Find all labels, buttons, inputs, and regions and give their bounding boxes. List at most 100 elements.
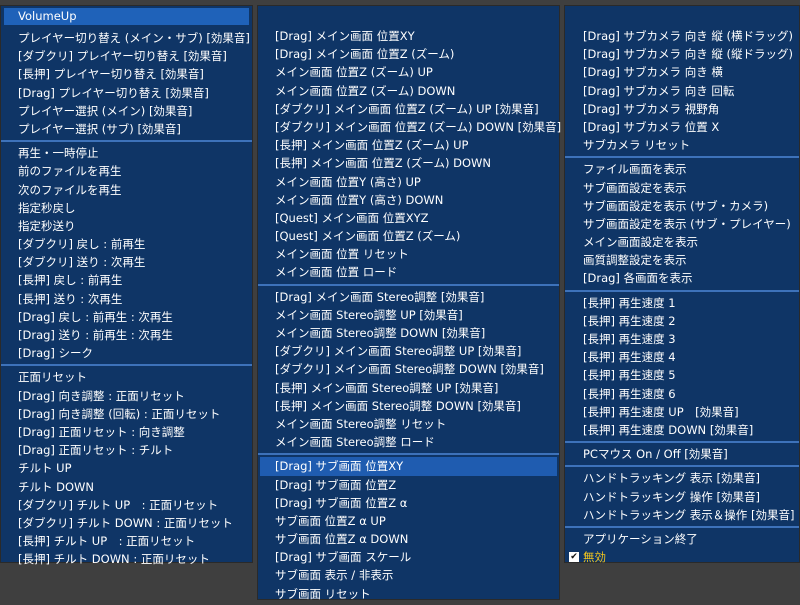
separator <box>258 453 559 456</box>
menu-item[interactable]: [Drag] サブカメラ 向き 縦 (縦ドラッグ) <box>565 45 799 63</box>
menu-item[interactable]: [Quest] メイン画面 位置Z (ズーム) <box>258 227 559 245</box>
menu-item[interactable]: [長押] 再生速度 2 <box>565 312 799 330</box>
menu-item[interactable]: [Drag] サブカメラ 視野角 <box>565 100 799 118</box>
menu-item[interactable]: [Drag] メイン画面 位置Z (ズーム) <box>258 45 559 63</box>
menu-item[interactable]: [長押] 再生速度 1 <box>565 294 799 312</box>
menu-column-3: [Drag] サブカメラ 向き 縦 (横ドラッグ) [Drag] サブカメラ 向き… <box>564 5 800 566</box>
menu-item[interactable]: [ダブクリ] メイン画面 Stereo調整 UP [効果音] <box>258 342 559 360</box>
menu-item[interactable]: [ダブクリ] チルト UP : 正面リセット <box>1 496 252 514</box>
menu-item[interactable]: PCマウス On / Off [効果音] <box>565 445 799 463</box>
menu-item[interactable]: [Drag] シーク <box>1 344 252 362</box>
menu-item[interactable]: [Drag] サブ画面 位置Z α <box>258 494 559 512</box>
menu-item[interactable]: [Quest] メイン画面 位置XYZ <box>258 209 559 227</box>
menu-item[interactable]: [長押] 再生速度 4 <box>565 348 799 366</box>
menu-item[interactable]: [Drag] 正面リセット : チルト <box>1 441 252 459</box>
menu-column-1: VolumeUp プレイヤー切り替え (メイン・サブ) [効果音] [ダブクリ] … <box>0 5 253 566</box>
menu-item[interactable]: [長押] 再生速度 6 <box>565 385 799 403</box>
menu-item[interactable]: ハンドトラッキング 表示＆操作 [効果音] <box>565 506 799 524</box>
menu-item[interactable]: [ダブクリ] メイン画面 位置Z (ズーム) DOWN [効果音] <box>258 118 561 136</box>
menu-item[interactable]: プレイヤー切り替え (メイン・サブ) [効果音] <box>1 29 252 47</box>
menu-item[interactable]: 次のファイルを再生 <box>1 181 252 199</box>
separator <box>565 441 799 444</box>
menu-item[interactable]: メイン画面 位置Y (高さ) UP <box>258 173 559 191</box>
menu-item[interactable]: [ダブクリ] 送り : 次再生 <box>1 253 252 271</box>
menu-item[interactable]: [Drag] メイン画面 Stereo調整 [効果音] <box>258 288 559 306</box>
menu-item[interactable]: サブカメラ リセット <box>565 136 799 154</box>
menu-item[interactable]: チルト UP <box>1 459 252 477</box>
menu-item[interactable]: [ダブクリ] メイン画面 位置Z (ズーム) UP [効果音] <box>258 100 559 118</box>
menu-item[interactable]: [長押] メイン画面 位置Z (ズーム) DOWN <box>258 154 559 172</box>
menu-item[interactable]: サブ画面設定を表示 (サブ・プレイヤー) <box>565 215 799 233</box>
menu-item[interactable]: メイン画面 位置 ロード <box>258 263 559 281</box>
menu-item[interactable]: メイン画面 Stereo調整 DOWN [効果音] <box>258 324 559 342</box>
menu-item[interactable]: [ダブクリ] チルト DOWN : 正面リセット <box>1 514 252 532</box>
menu-item[interactable]: [Drag] サブカメラ 向き 横 <box>565 63 799 81</box>
menu-item[interactable]: [Drag] 向き調整 : 正面リセット <box>1 387 252 405</box>
menu-item[interactable]: メイン画面 Stereo調整 リセット <box>258 415 559 433</box>
separator <box>1 140 252 143</box>
menu-item[interactable]: メイン画面設定を表示 <box>565 233 799 251</box>
menu-item[interactable]: サブ画面設定を表示 (サブ・カメラ) <box>565 197 799 215</box>
menu-item[interactable]: 指定秒戻し <box>1 199 252 217</box>
menu-item[interactable]: [Drag] サブカメラ 位置 X <box>565 118 799 136</box>
menu-item[interactable]: 前のファイルを再生 <box>1 162 252 180</box>
menu-item[interactable]: [Drag] プレイヤー切り替え [効果音] <box>1 84 252 102</box>
menu-item[interactable]: メイン画面 Stereo調整 ロード <box>258 433 559 451</box>
menu-item[interactable]: サブ画面 位置Z α UP <box>258 512 559 530</box>
separator <box>258 283 559 286</box>
menu-item[interactable]: [長押] 再生速度 3 <box>565 330 799 348</box>
menu-item[interactable]: ハンドトラッキング 操作 [効果音] <box>565 488 799 506</box>
menu-item[interactable]: チルト DOWN <box>1 478 252 496</box>
menu-item[interactable]: [Drag] メイン画面 位置XY <box>258 27 559 45</box>
menu-item[interactable]: 再生・一時停止 <box>1 144 252 162</box>
checkbox-label: 無効 <box>583 550 606 565</box>
menu-item[interactable]: [長押] 再生速度 UP [効果音] <box>565 403 799 421</box>
menu-item[interactable]: メイン画面 位置Y (高さ) DOWN <box>258 191 559 209</box>
menu-item[interactable]: 正面リセット <box>1 368 252 386</box>
menu-item[interactable]: [長押] チルト UP : 正面リセット <box>1 532 252 550</box>
menu-item[interactable]: サブ画面 表示 / 非表示 <box>258 566 559 584</box>
menu-item[interactable]: [長押] 送り : 次再生 <box>1 290 252 308</box>
menu-item[interactable]: [Drag] 正面リセット : 向き調整 <box>1 423 252 441</box>
menu-item[interactable]: プレイヤー選択 (メイン) [効果音] <box>1 102 252 120</box>
menu-item[interactable]: メイン画面 位置 リセット <box>258 245 559 263</box>
menu-item[interactable]: プレイヤー選択 (サブ) [効果音] <box>1 120 252 138</box>
checkbox[interactable]: ✔ <box>569 552 579 563</box>
menu-item[interactable]: [Drag] サブカメラ 向き 縦 (横ドラッグ) <box>565 27 799 45</box>
menu-item[interactable]: [ダブクリ] プレイヤー切り替え [効果音] <box>1 47 252 65</box>
menu-item[interactable]: [長押] メイン画面 Stereo調整 UP [効果音] <box>258 379 559 397</box>
menu-header-volumeup[interactable]: VolumeUp <box>4 8 249 25</box>
menu-item[interactable]: [長押] 再生速度 5 <box>565 366 799 384</box>
menu-item[interactable]: 指定秒送り <box>1 217 252 235</box>
menu-item[interactable]: [Drag] 戻し : 前再生 : 次再生 <box>1 308 252 326</box>
menu-item[interactable]: サブ画面設定を表示 <box>565 179 799 197</box>
menu-item[interactable]: アプリケーション終了 <box>565 530 799 548</box>
menu-item[interactable]: [ダブクリ] 戻し : 前再生 <box>1 235 252 253</box>
menu-item[interactable]: [Drag] 向き調整 (回転) : 正面リセット <box>1 405 252 423</box>
disable-checkbox-row[interactable]: ✔ 無効 <box>565 548 799 566</box>
separator <box>565 465 799 468</box>
menu-item[interactable]: メイン画面 位置Z (ズーム) DOWN <box>258 82 559 100</box>
menu-item[interactable]: サブ画面 位置Z α DOWN <box>258 530 559 548</box>
menu-item[interactable]: [Drag] サブ画面 位置XY <box>260 457 557 476</box>
menu-column-2: [Drag] メイン画面 位置XY [Drag] メイン画面 位置Z (ズーム) メ… <box>257 5 561 603</box>
menu-item[interactable]: [Drag] サブ画面 スケール <box>258 548 559 566</box>
menu-item[interactable]: ハンドトラッキング 表示 [効果音] <box>565 469 799 487</box>
menu-item[interactable]: メイン画面 Stereo調整 UP [効果音] <box>258 306 559 324</box>
menu-item[interactable]: メイン画面 位置Z (ズーム) UP <box>258 63 559 81</box>
menu-item[interactable]: [長押] チルト DOWN : 正面リセット <box>1 550 252 568</box>
menu-item[interactable]: [Drag] 送り : 前再生 : 次再生 <box>1 326 252 344</box>
menu-item[interactable]: [Drag] 各画面を表示 <box>565 269 799 287</box>
menu-item[interactable]: 画質調整設定を表示 <box>565 251 799 269</box>
menu-item[interactable]: ファイル画面を表示 <box>565 160 799 178</box>
menu-item[interactable]: [長押] プレイヤー切り替え [効果音] <box>1 65 252 83</box>
menu-item[interactable]: [Drag] サブ画面 位置Z <box>258 476 559 494</box>
menu-item[interactable]: [長押] メイン画面 位置Z (ズーム) UP <box>258 136 559 154</box>
menu-item[interactable]: [長押] メイン画面 Stereo調整 DOWN [効果音] <box>258 397 559 415</box>
menu-item[interactable]: [Drag] サブカメラ 向き 回転 <box>565 82 799 100</box>
menu-item[interactable]: [長押] 戻し : 前再生 <box>1 271 252 289</box>
menu-item[interactable]: [長押] 再生速度 DOWN [効果音] <box>565 421 799 439</box>
menu-item[interactable]: [ダブクリ] メイン画面 Stereo調整 DOWN [効果音] <box>258 360 559 378</box>
menu-item[interactable]: サブ画面 リセット <box>258 585 559 603</box>
separator <box>565 289 799 292</box>
